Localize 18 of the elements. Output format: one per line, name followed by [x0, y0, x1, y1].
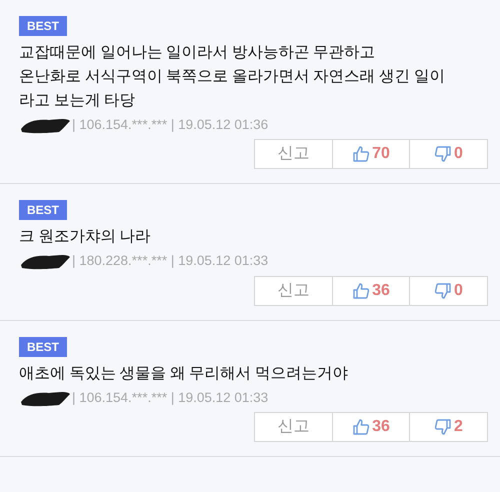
report-button[interactable]: 신고 [255, 140, 333, 168]
comment-text: 애초에 독있는 생물을 왜 무리해서 먹으려는거야 [19, 364, 350, 384]
dislike-button[interactable]: 2 [410, 412, 487, 441]
dislike-button[interactable]: 0 [410, 276, 487, 304]
best-badge: BEST [19, 16, 68, 36]
like-button[interactable]: 70 [333, 140, 410, 168]
like-button[interactable]: 36 [333, 276, 410, 304]
best-badge: BEST [19, 336, 68, 356]
comment-meta: | 106.154.***.*** | 19.05.12 01:36 [72, 116, 268, 134]
report-button[interactable]: 신고 [255, 276, 333, 304]
best-badge: BEST [19, 200, 68, 220]
like-button[interactable]: 36 [333, 412, 410, 441]
comment-meta: | 106.154.***.*** | 19.05.12 01:33 [72, 388, 268, 407]
comment-text: 교잡때문에 일어나는 일이라서 방사능하곤 무관하고 온난화로 서식구역이 북쪽으로 올라가면서 자연스래 생긴 일이 라고 보는게 타당 [19, 43, 446, 111]
comment-meta: | 180.228.***.*** | 19.05.12 01:33 [72, 252, 268, 270]
comment-text: 크 원조가챠의 나라 [19, 227, 152, 248]
dislike-button[interactable]: 0 [410, 140, 487, 168]
report-button[interactable]: 신고 [255, 412, 333, 441]
